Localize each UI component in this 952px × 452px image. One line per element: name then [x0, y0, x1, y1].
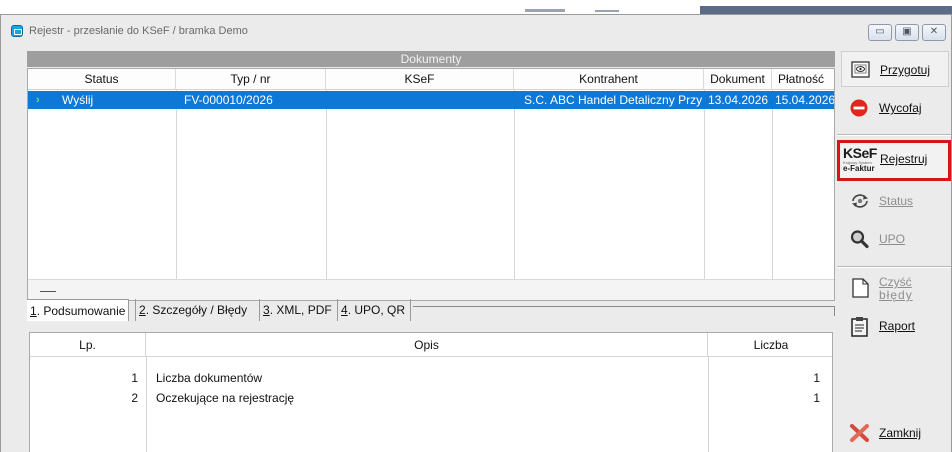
czysc-bledy-button[interactable]: Czyść błędy	[841, 272, 949, 308]
tab-podsumowanie[interactable]: 1. Podsumowanie	[27, 299, 129, 321]
tab-xml-pdf[interactable]: 3. XML, PDF	[259, 299, 335, 321]
wycofaj-button[interactable]: Wycofaj	[841, 90, 949, 126]
ksef-logo-efaktur: e-Faktur	[843, 164, 875, 173]
column-header-typ-nr[interactable]: Typ / nr	[176, 69, 326, 90]
raport-button[interactable]: Raport	[841, 311, 949, 347]
raport-label: Raport	[879, 319, 916, 333]
column-divider	[704, 90, 705, 300]
column-header-liczba[interactable]: Liczba	[708, 333, 832, 357]
czysc-bledy-label: Czyść błędy	[879, 275, 913, 302]
summary-row-liczba: 1	[813, 371, 820, 385]
tab-hotkey: 4	[341, 303, 348, 317]
column-divider	[772, 90, 773, 300]
row-dokument-date[interactable]: 13.04.2026	[708, 91, 770, 109]
column-header-status[interactable]: Status	[28, 69, 176, 90]
row-kontrahent[interactable]: S.C. ABC Handel Detaliczny Przy	[524, 91, 703, 109]
close-icon: ✕	[929, 26, 939, 37]
column-divider	[176, 90, 177, 300]
rejestruj-label: Rejestruj	[880, 152, 928, 166]
row-platnosc-date[interactable]: 15.04.2026	[775, 91, 834, 109]
column-header-opis[interactable]: Opis	[146, 333, 708, 357]
background-detail	[700, 6, 952, 14]
tab-strip-divider	[413, 306, 835, 316]
summary-row-lp: 2	[131, 391, 138, 405]
minimize-button[interactable]: ▭	[868, 24, 892, 41]
ksef-logo-icon: KSeF Krajowy System e-Faktur	[843, 146, 877, 176]
window-title: Rejestr - przesłanie do KSeF / bramka De…	[29, 25, 248, 37]
summary-row-opis: Liczba dokumentów	[156, 371, 263, 385]
rejestruj-button[interactable]: KSeF Krajowy System e-Faktur Rejestruj	[837, 140, 951, 181]
upo-label: UPO	[879, 232, 906, 246]
wycofaj-label: Wycofaj	[879, 101, 922, 115]
documents-grid-header: Status Typ / nr KSeF Kontrahent Dokument…	[28, 69, 834, 90]
row-ksef[interactable]	[332, 91, 512, 109]
column-divider	[326, 90, 327, 300]
tab-label: . Szczegóły / Błędy	[145, 303, 248, 317]
magnifier-icon	[850, 230, 869, 249]
ksef-logo-text: KSeF	[843, 145, 877, 161]
background-strip	[0, 0, 952, 14]
detail-tabs: 1. Podsumowanie 2. Szczegóły / Błędy 3. …	[27, 299, 835, 321]
column-divider	[708, 357, 709, 452]
tab-label: . UPO, QR	[347, 303, 406, 317]
register-window: Rejestr - przesłanie do KSeF / bramka De…	[0, 14, 952, 452]
tab-hotkey: 3	[263, 303, 270, 317]
sidebar-separator	[837, 266, 951, 268]
background-detail	[525, 9, 565, 12]
status-button[interactable]: Status	[841, 183, 949, 219]
column-header-ksef[interactable]: KSeF	[326, 69, 514, 90]
tab-label: . Podsumowanie	[36, 304, 126, 318]
tab-hotkey: 1	[30, 304, 37, 318]
collapse-bar-icon[interactable]	[40, 291, 56, 292]
row-status[interactable]: Wyślij	[62, 91, 174, 109]
documents-grid[interactable]: Status Typ / nr KSeF Kontrahent Dokument…	[27, 68, 835, 301]
summary-row-opis: Oczekujące na rejestrację	[156, 391, 295, 405]
current-row-arrow-icon: ›	[36, 94, 40, 106]
withdraw-icon	[850, 99, 868, 117]
zamknij-button[interactable]: Zamknij	[841, 415, 949, 451]
column-header-platnosc[interactable]: Płatność	[772, 69, 834, 90]
summary-row-lp: 1	[131, 371, 138, 385]
close-x-icon	[850, 424, 869, 442]
prepare-document-icon	[851, 61, 870, 78]
column-header-dokument[interactable]: Dokument	[704, 69, 772, 90]
maximize-button[interactable]: ▣	[895, 24, 919, 41]
row-typ-nr[interactable]: FV-000010/2026	[184, 91, 324, 109]
summary-grid[interactable]: Lp. Opis Liczba 1 Liczba dokumentów 1 2 …	[29, 332, 833, 452]
column-divider	[146, 357, 147, 452]
blank-document-icon	[852, 278, 869, 298]
clipboard-report-icon	[851, 317, 868, 337]
column-header-kontrahent[interactable]: Kontrahent	[514, 69, 704, 90]
documents-grid-footer	[28, 279, 834, 300]
przygotuj-button[interactable]: Przygotuj	[841, 51, 949, 87]
tab-hotkey: 2	[139, 303, 146, 317]
background-detail	[595, 10, 619, 12]
przygotuj-label: Przygotuj	[880, 63, 931, 77]
summary-row-liczba: 1	[813, 391, 820, 405]
close-window-button[interactable]: ✕	[922, 24, 946, 41]
upo-button[interactable]: UPO	[841, 221, 949, 257]
title-bar[interactable]: Rejestr - przesłanie do KSeF / bramka De…	[1, 15, 951, 47]
documents-header: Dokumenty	[27, 51, 835, 67]
tab-label: . XML, PDF	[269, 303, 332, 317]
app-icon	[11, 25, 23, 37]
sidebar-separator	[837, 134, 951, 136]
refresh-status-icon	[852, 194, 868, 208]
maximize-icon: ▣	[902, 26, 912, 37]
status-label: Status	[879, 194, 914, 208]
column-header-lp[interactable]: Lp.	[30, 333, 146, 357]
zamknij-label: Zamknij	[879, 426, 922, 440]
minimize-icon: ▭	[875, 26, 885, 37]
tab-szczegoly-bledy[interactable]: 2. Szczegóły / Błędy	[135, 299, 257, 321]
column-divider	[514, 90, 515, 300]
tab-upo-qr[interactable]: 4. UPO, QR	[337, 299, 411, 321]
